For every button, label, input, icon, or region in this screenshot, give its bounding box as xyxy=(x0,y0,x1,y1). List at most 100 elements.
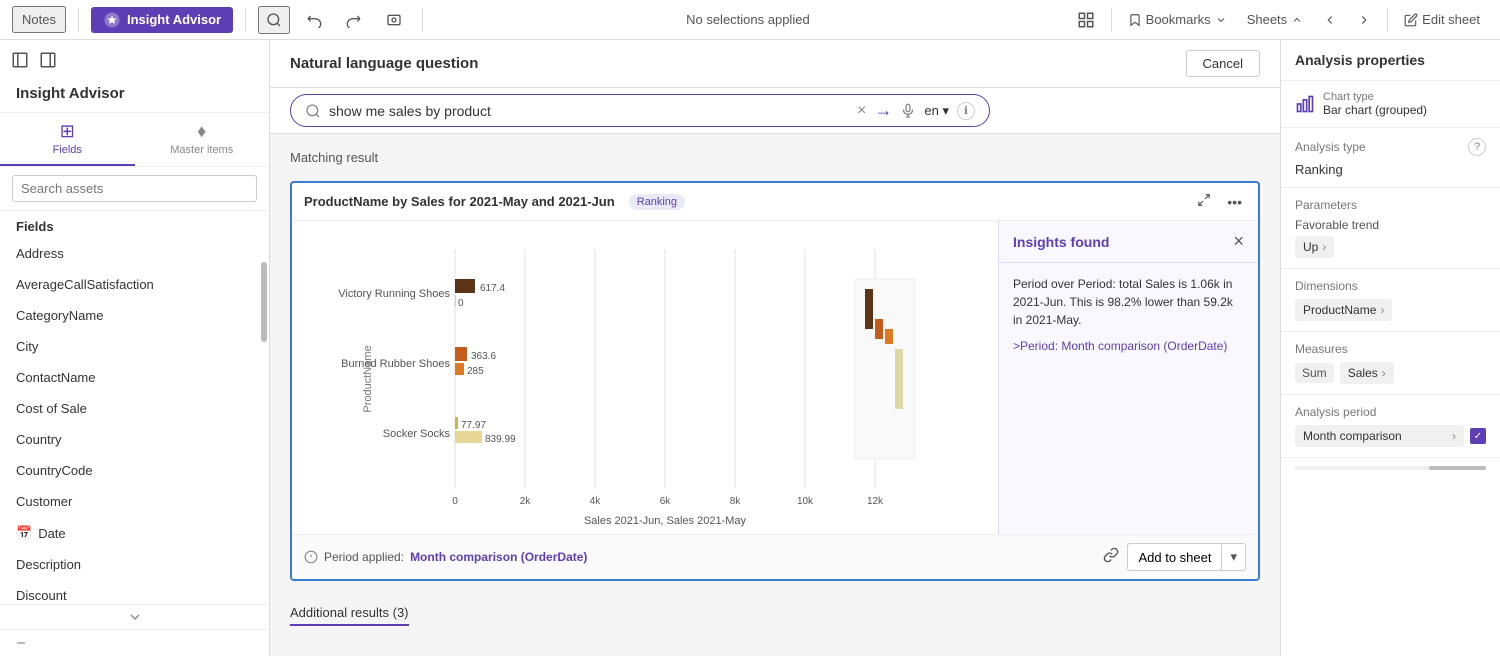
svg-text:839.99: 839.99 xyxy=(485,434,516,445)
expand-chart-button[interactable] xyxy=(1193,191,1215,212)
search-icon xyxy=(266,12,282,28)
field-item-average-call[interactable]: AverageCallSatisfaction xyxy=(0,269,259,300)
dimensions-section: Dimensions ProductName › xyxy=(1281,269,1500,332)
nav-master-items[interactable]: ♦ Master items xyxy=(135,113,270,166)
fields-label: Fields xyxy=(53,144,82,156)
field-item-cost-of-sale[interactable]: Cost of Sale xyxy=(0,393,259,424)
analysis-type-help[interactable]: ? xyxy=(1468,138,1486,156)
master-items-label: Master items xyxy=(170,144,233,156)
edit-sheet-label: Edit sheet xyxy=(1422,12,1480,27)
cancel-button[interactable]: Cancel xyxy=(1186,50,1260,77)
language-selector[interactable]: en ▾ xyxy=(924,103,949,119)
field-item-city[interactable]: City xyxy=(0,331,259,362)
svg-text:12k: 12k xyxy=(867,496,884,507)
sidebar-panel-icon xyxy=(39,51,57,69)
left-panel: Insight Advisor ⊞ Fields ♦ Master items … xyxy=(0,40,270,656)
fields-icon: ⊞ xyxy=(60,121,75,142)
sheets-button[interactable]: Sheets xyxy=(1239,8,1311,31)
bookmarks-label: Bookmarks xyxy=(1146,12,1211,27)
insights-close-button[interactable]: × xyxy=(1233,231,1244,252)
nlq-header: Natural language question Cancel xyxy=(270,40,1280,88)
svg-text:ProductName: ProductName xyxy=(362,345,374,412)
fields-section-label: Fields xyxy=(0,211,269,238)
redo-button[interactable] xyxy=(338,8,370,32)
nav-next-icon xyxy=(1357,13,1371,27)
search-bar-icon xyxy=(305,103,321,119)
chart-header-actions: ••• xyxy=(1193,191,1246,212)
svg-text:2k: 2k xyxy=(520,496,532,507)
analysis-period-tag[interactable]: Month comparison › xyxy=(1295,425,1464,447)
chart-type-value: Bar chart (grouped) xyxy=(1323,103,1427,117)
help-icon[interactable]: ℹ xyxy=(957,102,975,120)
dimension-tag[interactable]: ProductName › xyxy=(1295,299,1392,321)
search-query-input[interactable] xyxy=(329,103,849,119)
link-icon-svg xyxy=(1103,547,1119,563)
field-item-customer[interactable]: Customer xyxy=(0,486,259,517)
analysis-type-section: Analysis type ? Ranking xyxy=(1281,128,1500,188)
search-clear-button[interactable]: × xyxy=(857,102,866,120)
bookmarks-button[interactable]: Bookmarks xyxy=(1120,8,1235,31)
nav-next-button[interactable] xyxy=(1349,9,1379,31)
grid-icon xyxy=(1077,11,1095,29)
bookmarks-chevron-icon xyxy=(1215,14,1227,26)
sidebar-toggle-panel[interactable] xyxy=(36,48,60,75)
field-item-date[interactable]: 📅 Date xyxy=(0,517,259,549)
insights-title: Insights found xyxy=(1013,234,1109,250)
topbar-divider-2 xyxy=(245,8,246,32)
bookmark-icon xyxy=(1128,13,1142,27)
add-to-sheet-button[interactable]: Add to sheet ▾ xyxy=(1127,543,1246,571)
additional-results-section: Additional results (3) xyxy=(290,597,1260,626)
svg-text:Socker Socks: Socker Socks xyxy=(383,428,451,440)
chart-title: ProductName by Sales for 2021-May and 20… xyxy=(304,194,615,209)
parameters-section: Parameters Favorable trend Up › xyxy=(1281,188,1500,269)
analysis-period-label: Analysis period xyxy=(1295,405,1486,419)
field-item-description[interactable]: Description xyxy=(0,549,259,580)
field-item-discount[interactable]: Discount xyxy=(0,580,259,604)
field-item-country[interactable]: Country xyxy=(0,424,259,455)
link-chart-button[interactable] xyxy=(1103,547,1119,568)
info-circle-icon xyxy=(304,550,318,564)
date-icon: 📅 xyxy=(16,525,32,541)
add-to-sheet-dropdown-arrow[interactable]: ▾ xyxy=(1222,544,1245,570)
center-content: Natural language question Cancel × → en … xyxy=(270,40,1280,656)
chart-more-button[interactable]: ••• xyxy=(1223,191,1246,212)
grid-button[interactable] xyxy=(1069,7,1103,33)
undo-button[interactable] xyxy=(298,8,330,32)
snapshot-button[interactable] xyxy=(378,8,410,32)
topbar-divider-3 xyxy=(422,8,423,32)
svg-text:Sales 2021-Jun, Sales 2021-May: Sales 2021-Jun, Sales 2021-May xyxy=(584,515,747,527)
nav-fields[interactable]: ⊞ Fields xyxy=(0,113,135,166)
topbar: Notes Insight Advisor No selections appl… xyxy=(0,0,1500,40)
search-assets-input[interactable] xyxy=(12,175,257,202)
bar-chart-svg: ProductName Victory xyxy=(300,229,990,529)
favorable-trend-value[interactable]: Up › xyxy=(1295,236,1334,258)
edit-icon xyxy=(1404,13,1418,27)
insight-advisor-icon xyxy=(103,11,121,29)
field-item-address[interactable]: Address xyxy=(0,238,259,269)
search-bar: × → en ▾ ℹ xyxy=(290,94,990,127)
insight-advisor-nav[interactable]: Insight Advisor xyxy=(91,7,233,33)
insights-period-link[interactable]: >Period: Month comparison (OrderDate) xyxy=(1013,337,1244,355)
period-link[interactable]: Month comparison (OrderDate) xyxy=(410,550,587,564)
redo-icon xyxy=(346,12,362,28)
search-submit-button[interactable]: → xyxy=(874,100,892,121)
notes-button[interactable]: Notes xyxy=(12,6,66,33)
field-item-contact-name[interactable]: ContactName xyxy=(0,362,259,393)
field-item-category-name[interactable]: CategoryName xyxy=(0,300,259,331)
additional-results-label[interactable]: Additional results (3) xyxy=(290,605,409,626)
favorable-trend-arrow: › xyxy=(1322,240,1326,254)
add-to-sheet-label: Add to sheet xyxy=(1128,545,1222,570)
microphone-icon[interactable] xyxy=(900,103,916,119)
nav-prev-button[interactable] xyxy=(1315,9,1345,31)
analysis-period-checkbox[interactable]: ✓ xyxy=(1470,428,1486,444)
search-icon-button[interactable] xyxy=(258,6,290,34)
insights-body: Period over Period: total Sales is 1.06k… xyxy=(999,263,1258,534)
edit-sheet-button[interactable]: Edit sheet xyxy=(1396,8,1488,31)
sidebar-toggle-left[interactable] xyxy=(8,48,32,75)
favorable-trend-label: Favorable trend xyxy=(1295,218,1486,232)
measure-field-tag[interactable]: Sales › xyxy=(1340,362,1394,384)
measure-func-tag[interactable]: Sum xyxy=(1295,363,1334,383)
nav-prev-icon xyxy=(1323,13,1337,27)
field-item-country-code[interactable]: CountryCode xyxy=(0,455,259,486)
analysis-properties-title: Analysis properties xyxy=(1281,40,1500,81)
